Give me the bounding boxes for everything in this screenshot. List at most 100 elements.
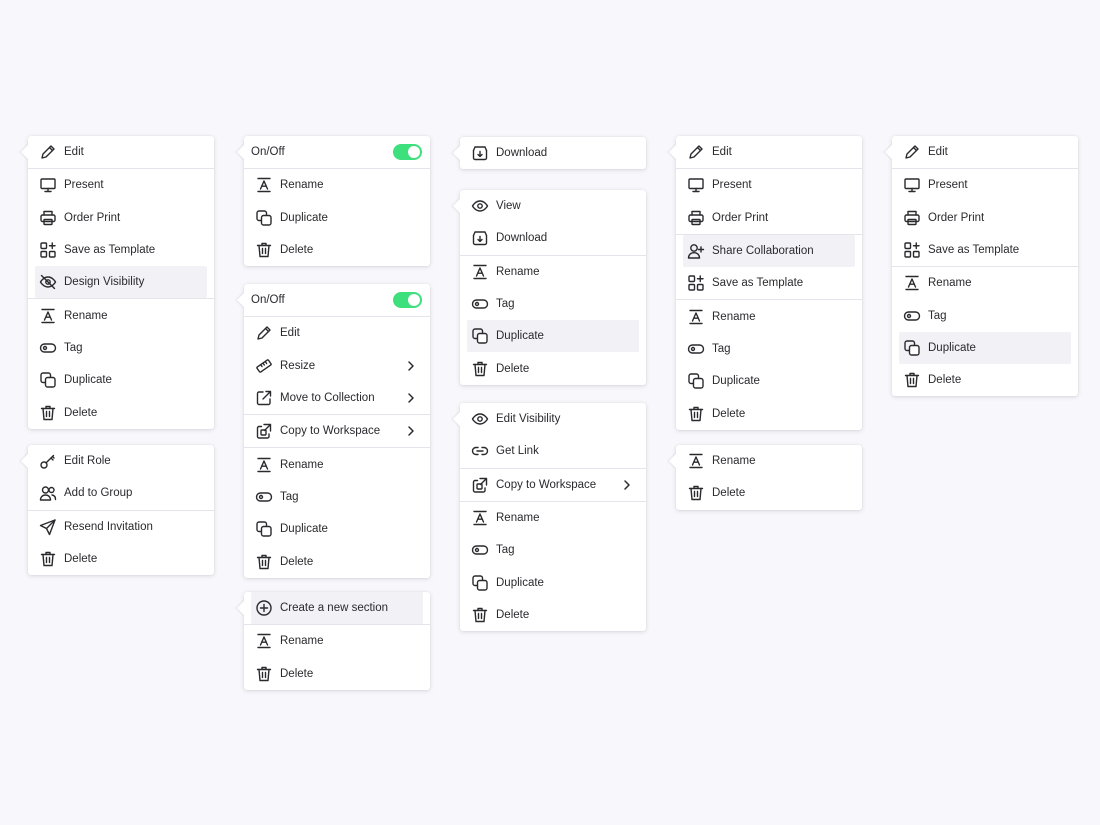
menu-item-label: Share Collaboration xyxy=(712,245,814,258)
menu-item-label: Duplicate xyxy=(496,576,544,589)
duplicate-icon xyxy=(903,339,921,357)
menu-item-design-visibility[interactable]: Design Visibility xyxy=(35,266,207,299)
toggle-row-on-off[interactable]: On/Off xyxy=(244,136,430,168)
menu-item-edit[interactable]: Edit xyxy=(676,136,862,168)
menu-item-duplicate[interactable]: Duplicate xyxy=(467,320,639,353)
menu-item-rename[interactable]: Rename xyxy=(460,256,646,288)
rename-icon xyxy=(255,632,273,650)
menu-item-order-print[interactable]: Order Print xyxy=(676,202,862,234)
menu-item-rename[interactable]: Rename xyxy=(244,625,430,657)
menu-item-add-to-group[interactable]: Add to Group xyxy=(28,477,214,509)
menu-item-delete[interactable]: Delete xyxy=(244,658,430,690)
menu-item-label: Tag xyxy=(280,490,299,503)
tag-icon xyxy=(903,307,921,325)
menu-item-duplicate[interactable]: Duplicate xyxy=(28,364,214,396)
menu-item-get-link[interactable]: Get Link xyxy=(460,435,646,467)
menu-item-edit[interactable]: Edit xyxy=(28,136,214,168)
menu-item-label: Duplicate xyxy=(496,330,544,343)
menu-item-present[interactable]: Present xyxy=(28,169,214,201)
menu-item-tag[interactable]: Tag xyxy=(244,481,430,513)
menu-item-duplicate[interactable]: Duplicate xyxy=(899,331,1071,365)
menu-item-delete[interactable]: Delete xyxy=(676,477,862,509)
on-off-toggle-switch[interactable] xyxy=(393,144,422,160)
menu-item-save-as-template[interactable]: Save as Template xyxy=(676,267,862,299)
menu-item-label: Duplicate xyxy=(64,374,112,387)
menu-item-label: Tag xyxy=(496,298,515,311)
menu-item-edit[interactable]: Edit xyxy=(244,317,430,349)
menu-item-delete[interactable]: Delete xyxy=(892,364,1078,396)
menu-item-delete[interactable]: Delete xyxy=(244,545,430,577)
trash-icon xyxy=(255,553,273,571)
menu-item-resize[interactable]: Resize xyxy=(244,350,430,382)
menu-item-label: Rename xyxy=(928,277,972,290)
eye-icon xyxy=(471,410,489,428)
menu-item-order-print[interactable]: Order Print xyxy=(28,202,214,234)
menu-item-copy-to-workspace[interactable]: Copy to Workspace xyxy=(244,415,430,447)
trash-icon xyxy=(471,360,489,378)
menu-item-rename[interactable]: Rename xyxy=(28,299,214,331)
menu-item-delete[interactable]: Delete xyxy=(460,599,646,631)
menu-item-tag[interactable]: Tag xyxy=(676,333,862,365)
toggle-row-on-off[interactable]: On/Off xyxy=(244,284,430,316)
menu-item-save-as-template[interactable]: Save as Template xyxy=(28,234,214,266)
menu-item-move-to-collection[interactable]: Move to Collection xyxy=(244,382,430,414)
menu-item-present[interactable]: Present xyxy=(892,169,1078,201)
menu-item-tag[interactable]: Tag xyxy=(28,332,214,364)
menu-item-label: Resize xyxy=(280,359,316,372)
menu-item-download[interactable]: Download xyxy=(460,137,646,169)
menu-item-edit-role[interactable]: Edit Role xyxy=(28,445,214,477)
menu-item-order-print[interactable]: Order Print xyxy=(892,202,1078,234)
context-menu-1: Edit Present Order Print Save as Template De… xyxy=(28,136,214,429)
menu-item-delete[interactable]: Delete xyxy=(28,543,214,575)
menu-item-rename[interactable]: Rename xyxy=(676,300,862,332)
key-icon xyxy=(39,452,57,470)
trash-icon xyxy=(687,484,705,502)
rename-icon xyxy=(903,274,921,292)
menu-item-label: Present xyxy=(64,179,104,192)
menu-item-duplicate[interactable]: Duplicate xyxy=(676,365,862,397)
menu-item-duplicate[interactable]: Duplicate xyxy=(244,513,430,545)
chevron-right-icon xyxy=(620,478,634,492)
menu-item-present[interactable]: Present xyxy=(676,169,862,201)
menu-item-label: Edit Visibility xyxy=(496,413,561,426)
menu-item-label: Create a new section xyxy=(280,602,389,615)
menu-item-label: Delete xyxy=(280,555,314,568)
menu-item-label: Order Print xyxy=(928,211,985,224)
menu-item-tag[interactable]: Tag xyxy=(892,299,1078,331)
menu-item-duplicate[interactable]: Duplicate xyxy=(244,202,430,234)
menu-item-duplicate[interactable]: Duplicate xyxy=(460,566,646,598)
duplicate-icon xyxy=(471,574,489,592)
menu-item-rename[interactable]: Rename xyxy=(892,267,1078,299)
menu-item-label: Duplicate xyxy=(280,211,328,224)
menu-item-rename[interactable]: Rename xyxy=(460,502,646,534)
menu-item-tag[interactable]: Tag xyxy=(460,534,646,566)
menu-item-label: Tag xyxy=(64,341,83,354)
menu-item-rename[interactable]: Rename xyxy=(244,169,430,201)
ruler-icon xyxy=(255,357,273,375)
menu-item-resend-invitation[interactable]: Resend Invitation xyxy=(28,511,214,543)
menu-item-view[interactable]: View xyxy=(460,190,646,222)
menu-item-tag[interactable]: Tag xyxy=(460,288,646,320)
menu-item-label: Save as Template xyxy=(64,244,156,257)
menu-item-edit-visibility[interactable]: Edit Visibility xyxy=(460,403,646,435)
menu-item-label: Edit xyxy=(64,146,84,159)
menu-item-save-as-template[interactable]: Save as Template xyxy=(892,234,1078,266)
menu-item-edit[interactable]: Edit xyxy=(892,136,1078,168)
menu-item-delete[interactable]: Delete xyxy=(28,396,214,428)
menu-item-delete[interactable]: Delete xyxy=(676,397,862,429)
menu-item-label: Present xyxy=(928,179,968,192)
menu-item-download[interactable]: Download xyxy=(460,222,646,254)
context-menu-11: Edit Present Order Print Save as Template Re… xyxy=(892,136,1078,397)
menu-item-create-a-new-section[interactable]: Create a new section xyxy=(251,592,423,625)
menu-item-rename[interactable]: Rename xyxy=(244,448,430,480)
duplicate-icon xyxy=(255,520,273,538)
menu-item-copy-to-workspace[interactable]: Copy to Workspace xyxy=(460,469,646,501)
menu-item-share-collaboration[interactable]: Share Collaboration xyxy=(683,234,855,268)
menu-item-delete[interactable]: Delete xyxy=(460,352,646,384)
menu-item-label: Edit xyxy=(712,146,732,159)
menu-item-delete[interactable]: Delete xyxy=(244,234,430,266)
menu-item-rename[interactable]: Rename xyxy=(676,445,862,477)
on-off-toggle-switch[interactable] xyxy=(393,292,422,308)
pencil-icon xyxy=(39,143,57,161)
menu-item-label: On/Off xyxy=(251,294,285,307)
